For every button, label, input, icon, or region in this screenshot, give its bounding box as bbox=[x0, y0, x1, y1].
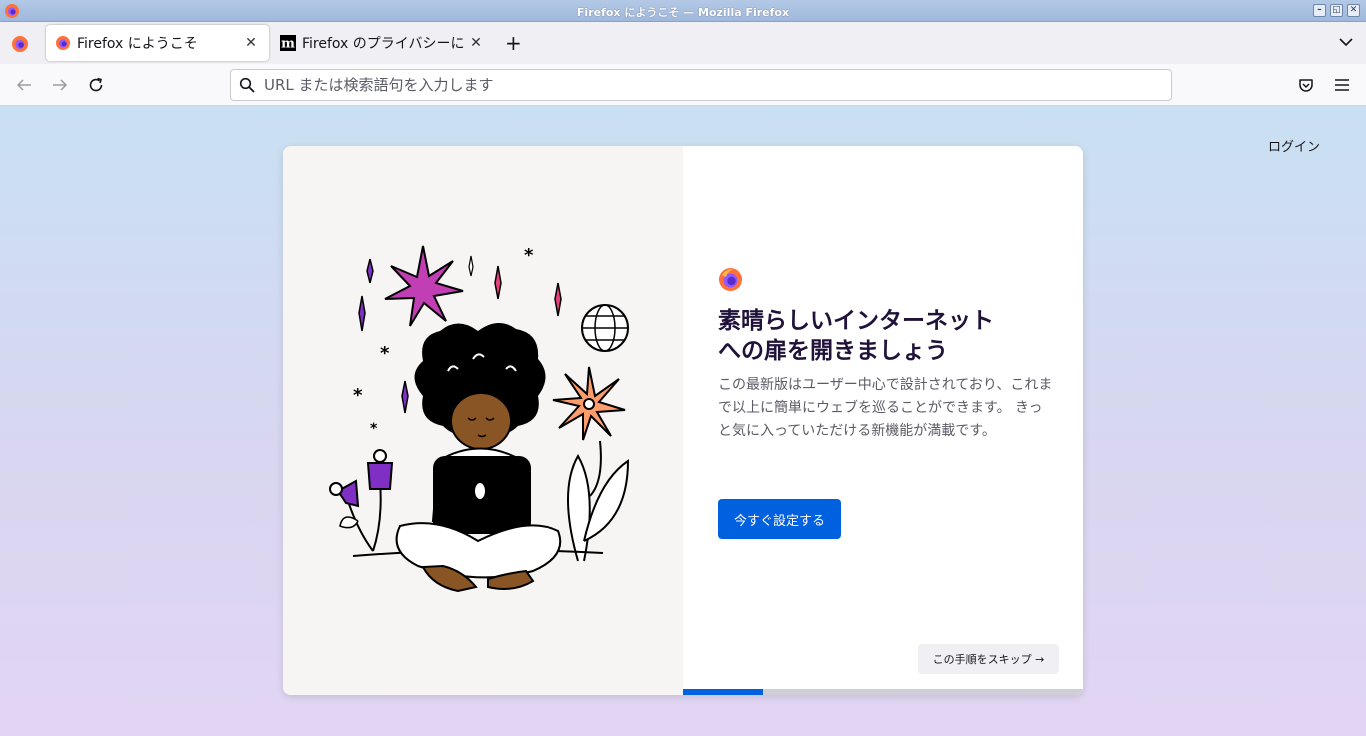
firefox-view-icon[interactable] bbox=[11, 35, 29, 53]
minimize-button[interactable]: – bbox=[1313, 4, 1326, 17]
illustration-panel: * * * * bbox=[283, 146, 683, 695]
chevron-down-icon[interactable] bbox=[1338, 34, 1354, 50]
firefox-icon bbox=[56, 36, 70, 50]
pocket-icon[interactable] bbox=[1297, 76, 1315, 94]
reload-icon[interactable] bbox=[87, 76, 105, 94]
url-input[interactable] bbox=[264, 74, 1144, 96]
headline-line-2: への扉を開きましょう bbox=[718, 338, 948, 364]
svg-text:*: * bbox=[524, 245, 534, 266]
login-link[interactable]: ログイン bbox=[1268, 136, 1320, 155]
svg-text:*: * bbox=[370, 421, 378, 437]
maximize-button[interactable]: ◱ bbox=[1330, 4, 1343, 17]
tab-label: Firefox のプライバシーに bbox=[302, 36, 465, 52]
onboarding-card: * * * * 素晴らしいインターネット への扉を開きましょう この最新版はユー… bbox=[283, 146, 1083, 695]
welcome-description: この最新版はユーザー中心で設計されており、これまで以上に簡単にウェブを巡ることが… bbox=[718, 377, 1053, 439]
onboarding-progress-fill bbox=[683, 689, 763, 695]
window-title: Firefox にようこそ — Mozilla Firefox bbox=[576, 6, 790, 19]
welcome-headline: 素晴らしいインターネット への扉を開きましょう bbox=[718, 306, 1048, 366]
page-content: ログイン * * * * 素晴らしいインターネット への扉を開きましょう この最… bbox=[0, 106, 1366, 736]
get-started-button[interactable]: 今すぐ設定する bbox=[718, 499, 841, 539]
tab-close-icon[interactable]: ✕ bbox=[468, 35, 484, 51]
tab-strip: Firefox にようこそ ✕ m Firefox のプライバシーに ✕ + bbox=[0, 22, 1366, 64]
window-titlebar: Firefox にようこそ — Mozilla Firefox – ◱ ✕ bbox=[0, 0, 1366, 22]
onboarding-progress-bar bbox=[683, 689, 1083, 695]
url-bar[interactable] bbox=[230, 69, 1172, 101]
headline-line-1: 素晴らしいインターネット bbox=[718, 308, 994, 334]
tab-firefox-welcome[interactable]: Firefox にようこそ ✕ bbox=[46, 25, 269, 61]
forward-arrow-icon[interactable] bbox=[51, 76, 69, 94]
person-with-laptop-illustration: * * * * bbox=[329, 245, 630, 593]
svg-text:*: * bbox=[353, 385, 363, 406]
svg-text:m: m bbox=[281, 37, 295, 52]
hamburger-menu-icon[interactable] bbox=[1333, 76, 1351, 94]
navigation-toolbar bbox=[0, 64, 1366, 106]
new-tab-button[interactable]: + bbox=[505, 33, 522, 53]
tab-firefox-privacy[interactable]: m Firefox のプライバシーに ✕ bbox=[274, 25, 484, 61]
svg-text:*: * bbox=[380, 343, 390, 364]
mozilla-icon: m bbox=[280, 35, 296, 51]
skip-step-button[interactable]: この手順をスキップ → bbox=[918, 644, 1059, 674]
firefox-logo-icon bbox=[719, 268, 742, 291]
welcome-panel: 素晴らしいインターネット への扉を開きましょう この最新版はユーザー中心で設計さ… bbox=[683, 146, 1083, 695]
tab-label: Firefox にようこそ bbox=[77, 36, 198, 52]
close-window-button[interactable]: ✕ bbox=[1347, 4, 1360, 17]
tab-close-icon[interactable]: ✕ bbox=[243, 35, 259, 51]
search-icon bbox=[239, 77, 255, 93]
back-arrow-icon[interactable] bbox=[15, 76, 33, 94]
